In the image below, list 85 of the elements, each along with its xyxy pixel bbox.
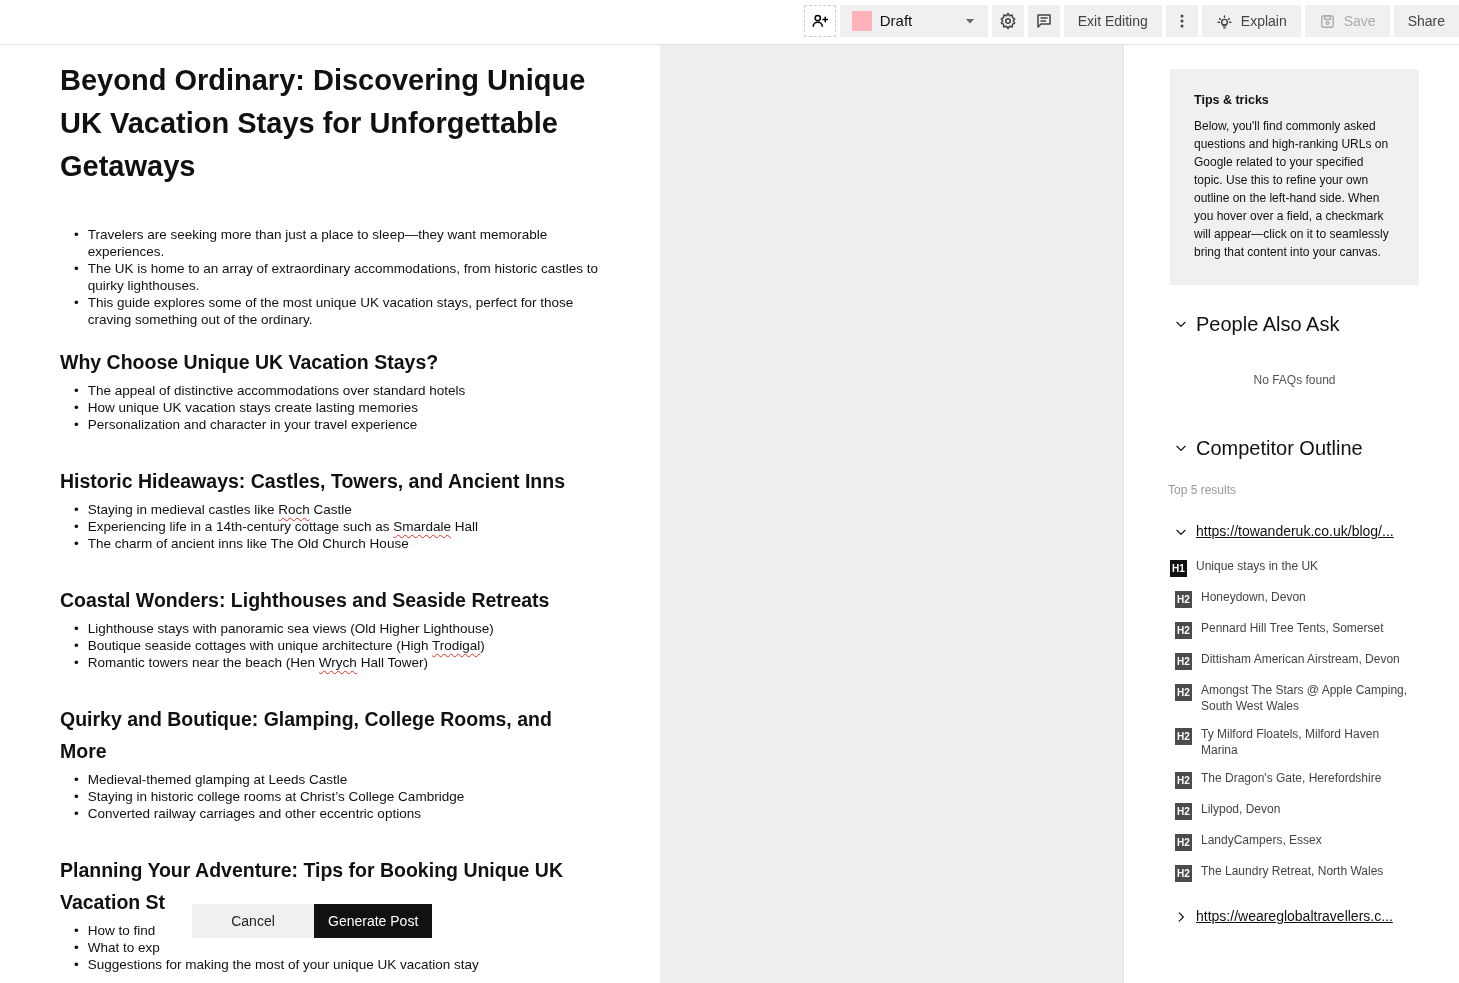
bullet-item: How to find	[87, 922, 156, 939]
results-count: Top 5 results	[1168, 482, 1238, 499]
outline-heading: Ty Milford Floatels, Milford Haven Marina	[1201, 726, 1381, 758]
outline-heading: The Laundry Retreat, North Wales	[1201, 863, 1384, 880]
heading-tag: H2	[1175, 653, 1192, 670]
bullet-item: The appeal of distinctive accommodations over standard hotels	[87, 382, 466, 399]
bullet-marker: •	[74, 788, 79, 805]
bullet-marker: •	[74, 416, 79, 433]
heading-tag: H2	[1175, 834, 1192, 851]
bullet-marker: •	[74, 501, 79, 518]
document-title: Beyond Ordinary: Discovering Unique UK Vacation Stays for Unforgettable Getaways	[60, 63, 587, 184]
bullet-item: Boutique seaside cottages with unique architecture (High Trodigal)	[87, 637, 485, 654]
tips-title: Tips & tricks	[1194, 92, 1270, 109]
generate-post-button[interactable]: Generate Post	[314, 904, 433, 938]
outline-heading: Unique stays in the UK	[1196, 558, 1319, 575]
bullet-marker: •	[74, 518, 79, 535]
outline-heading: LandyCampers, Essex	[1201, 832, 1322, 849]
bullet-item: The charm of ancient inns like The Old Church House	[87, 535, 409, 552]
bullet-marker: •	[74, 382, 79, 399]
settings-icon	[998, 12, 1017, 30]
outline-heading: Honeydown, Devon	[1201, 589, 1306, 606]
bullet-item: The UK is home to an array of extraordinary accommodations, from historic castles to quirky lighthouses.	[87, 260, 599, 294]
bullet-marker: •	[74, 294, 79, 312]
bullet-marker: •	[74, 771, 79, 788]
bullet-item: Experiencing life in a 14th-century cottage such as Smardale Hall	[87, 518, 478, 535]
bullet-item: Suggestions for making the most of your unique UK vacation stay	[87, 956, 479, 973]
section-heading: Coastal Wonders: Lighthouses and Seaside Retreats	[60, 588, 551, 613]
add-user-icon	[810, 12, 829, 30]
heading-tag: H2	[1175, 728, 1192, 745]
outline-heading: Pennard Hill Tree Tents, Somerset	[1201, 620, 1384, 637]
comment-icon	[1034, 12, 1053, 30]
explain-button[interactable]: Explain	[1201, 5, 1301, 37]
heading-tag: H1	[1170, 560, 1187, 577]
section-heading: Quirky and Boutique: Glamping, College Rooms, and More	[60, 707, 553, 764]
heading-tag: H2	[1175, 684, 1192, 701]
heading-tag: H2	[1175, 803, 1192, 820]
tips-text: Below, you'll find commonly asked questions and high-ranking URLs on Google related to your specified topic. Use this to refine your own outline on the left-hand side. When you hover over a field, a checkmark will appear—click on it to seamlessly bring that content into your canvas.	[1194, 118, 1390, 261]
status-label: Draft	[879, 10, 914, 31]
outline-heading: Amongst The Stars @ Apple Camping, South West Wales	[1201, 682, 1409, 714]
bullet-item: Staying in historic college rooms at Christ’s College Cambridge	[87, 788, 465, 805]
bullet-marker: •	[74, 654, 79, 671]
section-title[interactable]: People Also Ask	[1196, 309, 1340, 339]
bullet-marker: •	[74, 260, 79, 278]
bullet-marker: •	[74, 399, 79, 416]
bullet-item: Staying in medieval castles like Roch Castle	[87, 501, 352, 518]
heading-tag: H2	[1175, 622, 1192, 639]
add-user-button[interactable]	[803, 5, 836, 37]
outline-heading: The Dragon's Gate, Herefordshire	[1201, 770, 1382, 787]
settings-button[interactable]	[991, 5, 1024, 37]
heading-tag: H2	[1175, 865, 1192, 882]
outline-heading: Dittisham American Airstream, Devon	[1201, 651, 1400, 668]
bullet-item: Converted railway carriages and other eccentric options	[87, 805, 421, 822]
bullet-item: Medieval-themed glamping at Leeds Castle	[87, 771, 348, 788]
comment-button[interactable]	[1027, 5, 1060, 37]
bullet-item: This guide explores some of the most unique UK vacation stays, perfect for those craving something out of the ordinary.	[87, 294, 575, 328]
heading-tag: H2	[1175, 772, 1192, 789]
exit-editing-button[interactable]: Exit Editing	[1063, 5, 1162, 37]
share-button[interactable]: Share	[1393, 5, 1459, 37]
bullet-marker: •	[74, 637, 79, 654]
section-heading: Why Choose Unique UK Vacation Stays?	[60, 350, 440, 375]
outline-heading: Lilypod, Devon	[1201, 801, 1281, 818]
bullet-item: Travelers are seeking more than just a place to sleep—they want memorable experiences.	[87, 226, 549, 260]
status-dropdown[interactable]: Draft	[839, 5, 988, 37]
heading-tag: H2	[1175, 591, 1192, 608]
lightbulb-icon	[1215, 12, 1233, 30]
save-icon	[1318, 12, 1336, 30]
bullet-item: What to exp	[87, 939, 160, 956]
bullet-marker: •	[74, 956, 79, 973]
bullet-item: Romantic towers near the beach (Hen Wrych Hall Tower)	[87, 654, 428, 671]
bullet-marker: •	[74, 922, 79, 939]
bullet-marker: •	[74, 805, 79, 822]
bullet-marker: •	[74, 939, 79, 956]
bullet-marker: •	[74, 620, 79, 637]
result-link[interactable]: https://weareglobaltravellers.c...	[1196, 906, 1393, 927]
section-heading: Historic Hideaways: Castles, Towers, and Ancient Inns	[60, 469, 566, 494]
bullet-item: How unique UK vacation stays create lasting memories	[87, 399, 418, 416]
cancel-button[interactable]: Cancel	[192, 904, 314, 938]
section-title[interactable]: Competitor Outline	[1196, 433, 1363, 463]
more-options-icon	[1179, 14, 1184, 28]
bullet-marker: •	[74, 226, 79, 244]
bullet-item: Lighthouse stays with panoramic sea views (Old Higher Lighthouse)	[87, 620, 494, 637]
bullet-marker: •	[74, 535, 79, 552]
result-link[interactable]: https://towanderuk.co.uk/blog/...	[1196, 521, 1394, 542]
bullet-item: Personalization and character in your travel experience	[87, 416, 418, 433]
empty-message: No FAQs found	[1252, 372, 1337, 389]
